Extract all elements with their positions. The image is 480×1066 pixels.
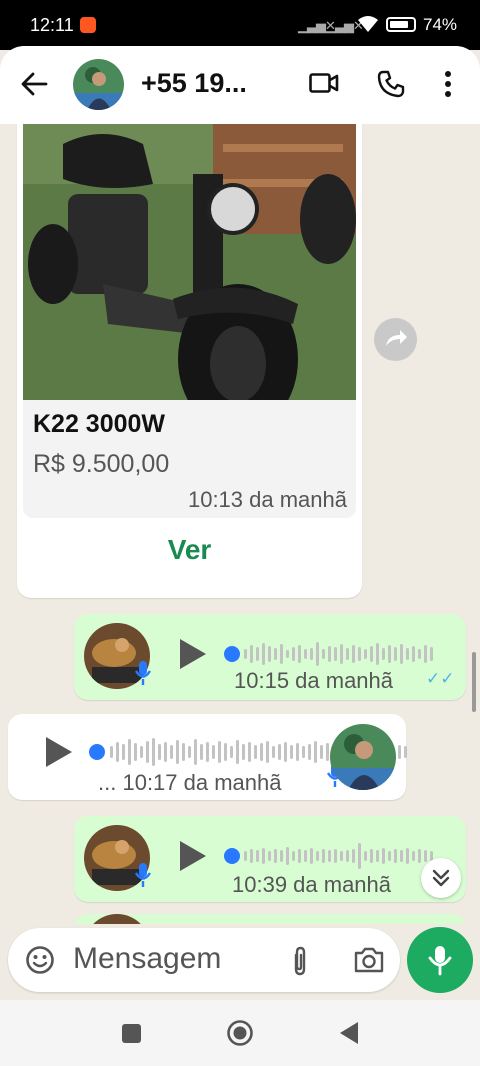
progress-dot[interactable] — [224, 848, 240, 864]
record-voice-button[interactable] — [407, 927, 473, 993]
nav-home-icon[interactable] — [226, 1019, 254, 1047]
sender-avatar — [330, 724, 396, 790]
notification-app-icon — [80, 17, 96, 33]
chat-area[interactable]: K22 3000W R$ 9.500,00 10:13 da manhã Ver… — [0, 124, 480, 924]
product-info: K22 3000W R$ 9.500,00 10:13 da manhã — [23, 400, 356, 518]
progress-dot[interactable] — [89, 744, 105, 760]
chat-header: +55 19... — [0, 46, 480, 124]
scroll-down-icon — [432, 869, 450, 887]
mic-icon — [428, 946, 452, 976]
attach-icon[interactable] — [290, 945, 310, 977]
emoji-icon[interactable] — [25, 945, 55, 975]
video-call-icon[interactable] — [309, 70, 339, 96]
waveform[interactable] — [244, 638, 433, 670]
back-arrow-icon[interactable] — [20, 70, 48, 98]
voice-message-partial[interactable] — [74, 914, 466, 924]
product-timestamp: 10:13 da manhã — [187, 487, 347, 512]
scroll-indicator[interactable] — [472, 652, 476, 712]
voice-message-outgoing-1[interactable]: 10:15 da manhã ✓✓ — [74, 614, 466, 700]
product-price: R$ 9.500,00 — [33, 450, 170, 478]
status-time: 12:11 — [30, 15, 74, 35]
message-timestamp: 10:39 da manhã — [232, 872, 392, 897]
mic-icon — [134, 863, 152, 887]
status-bar: 12:11 ▁▃▅✕ ▁▃▅✕ 74% — [0, 0, 480, 50]
nav-square-icon[interactable] — [122, 1024, 141, 1043]
waveform[interactable] — [244, 840, 433, 872]
system-nav-bar — [0, 1000, 480, 1066]
view-product-button[interactable]: Ver — [17, 534, 362, 566]
voice-message-outgoing-2[interactable]: 10:39 da manhã — [74, 816, 466, 902]
play-icon[interactable] — [46, 737, 72, 767]
message-timestamp: ... 10:17 da manhã — [98, 770, 282, 795]
contact-name[interactable]: +55 19... — [141, 68, 247, 99]
phone-icon[interactable] — [377, 70, 405, 98]
more-vert-icon[interactable] — [443, 70, 453, 98]
play-icon[interactable] — [180, 639, 206, 669]
sender-avatar — [84, 914, 150, 924]
message-composer[interactable]: Mensagem — [8, 928, 400, 992]
wifi-icon — [358, 16, 378, 32]
camera-icon[interactable] — [353, 946, 385, 974]
read-ticks-icon: ✓✓ — [426, 669, 455, 688]
message-timestamp: 10:15 da manhã — [234, 668, 394, 693]
forward-icon — [386, 330, 407, 346]
play-icon[interactable] — [180, 841, 206, 871]
battery-level: 74% — [423, 15, 458, 34]
progress-dot[interactable] — [224, 646, 240, 662]
product-name: K22 3000W — [33, 410, 166, 438]
battery-icon — [386, 17, 416, 32]
voice-message-incoming[interactable]: ... 10:17 da manhã — [8, 714, 407, 800]
scroll-down-button[interactable] — [421, 858, 461, 898]
nav-back-icon[interactable] — [339, 1021, 359, 1045]
forward-button[interactable] — [374, 318, 417, 361]
product-image[interactable] — [23, 124, 356, 400]
product-message[interactable]: K22 3000W R$ 9.500,00 10:13 da manhã Ver — [17, 124, 362, 598]
contact-avatar[interactable] — [73, 59, 124, 110]
mic-icon — [134, 661, 152, 685]
message-input[interactable]: Mensagem — [73, 942, 221, 976]
